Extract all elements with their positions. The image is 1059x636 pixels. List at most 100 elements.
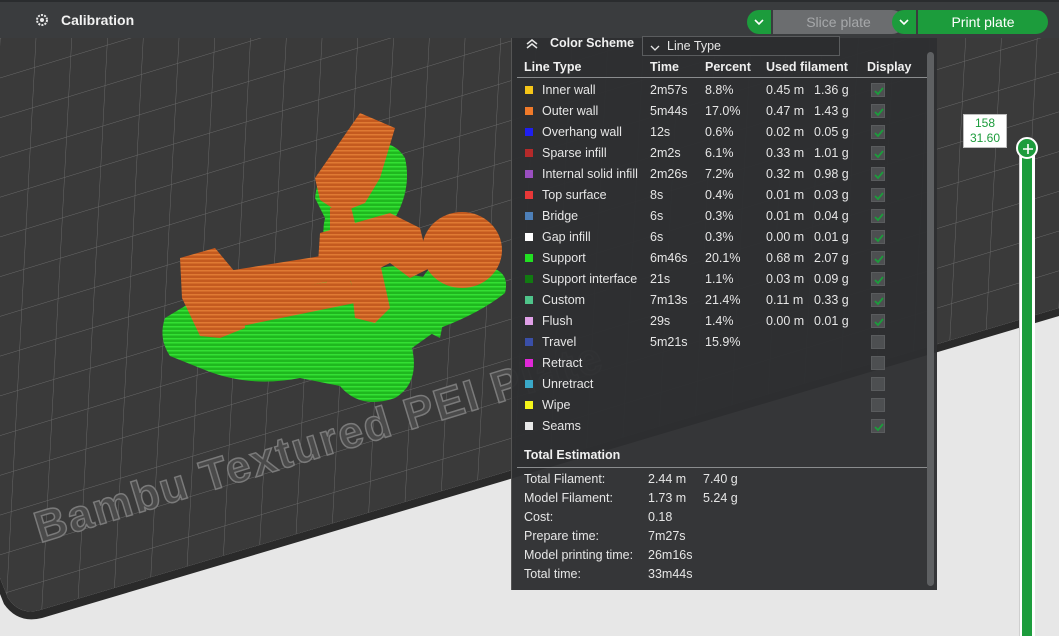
display-checkbox[interactable]	[871, 335, 885, 349]
checkmark-icon	[874, 171, 884, 180]
display-checkbox[interactable]	[871, 419, 885, 433]
line-type-weight: 2.07 g	[814, 251, 849, 265]
line-type-time: 12s	[650, 125, 671, 139]
line-type-percent: 8.8%	[705, 83, 734, 97]
total-estimation-title: Total Estimation	[524, 448, 621, 462]
chevron-down-icon	[754, 19, 764, 26]
total-value: 0.18	[648, 510, 673, 524]
total-value: 2.44 m	[648, 472, 687, 486]
layer-slider-fill	[1022, 147, 1032, 636]
color-swatch	[525, 233, 533, 241]
line-type-weight: 0.04 g	[814, 209, 849, 223]
display-checkbox[interactable]	[871, 293, 885, 307]
line-type-name: Top surface	[542, 188, 607, 202]
color-swatch	[525, 359, 533, 367]
layer-slider-handle[interactable]	[1016, 137, 1038, 159]
slice-plate-button[interactable]: Slice plate	[773, 10, 904, 34]
line-type-time: 8s	[650, 188, 664, 202]
line-type-time: 2m26s	[650, 167, 688, 181]
display-checkbox[interactable]	[871, 209, 885, 223]
color-swatch	[525, 338, 533, 346]
total-label: Model Filament:	[524, 491, 613, 505]
line-type-weight: 1.36 g	[814, 83, 849, 97]
line-type-time: 5m21s	[650, 335, 688, 349]
checkmark-icon	[874, 192, 884, 201]
color-scheme-select[interactable]: Line Type	[642, 36, 840, 56]
plus-icon	[1023, 144, 1033, 154]
line-type-name: Flush	[542, 314, 573, 328]
checkmark-icon	[874, 150, 884, 159]
line-type-name: Support interface	[542, 272, 638, 286]
calibration-gear-icon[interactable]	[35, 13, 49, 27]
display-checkbox[interactable]	[871, 251, 885, 265]
line-type-time: 29s	[650, 314, 671, 328]
line-type-time: 7m13s	[650, 293, 688, 307]
line-type-name: Wipe	[542, 398, 571, 412]
line-type-percent: 6.1%	[705, 146, 734, 160]
line-type-percent: 0.3%	[705, 209, 734, 223]
display-checkbox[interactable]	[871, 125, 885, 139]
line-type-percent: 1.1%	[705, 272, 734, 286]
checkmark-icon	[874, 276, 884, 285]
legend-scrollbar[interactable]	[927, 52, 934, 586]
display-checkbox[interactable]	[871, 104, 885, 118]
total-row: Total Filament: 2.44 m 7.40 g	[512, 472, 932, 491]
line-type-length: 0.00 m	[766, 314, 805, 328]
header-time: Time	[650, 60, 679, 74]
display-checkbox[interactable]	[871, 398, 885, 412]
legend-row: Travel 5m21s 15.9%	[512, 332, 932, 353]
display-checkbox[interactable]	[871, 146, 885, 160]
total-row: Total time: 33m44s	[512, 567, 932, 586]
display-checkbox[interactable]	[871, 272, 885, 286]
display-checkbox[interactable]	[871, 377, 885, 391]
legend-row: Flush 29s 1.4% 0.00 m 0.01 g	[512, 311, 932, 332]
print-plate-button[interactable]: Print plate	[918, 10, 1048, 34]
color-swatch	[525, 401, 533, 409]
color-scheme-label: Color Scheme	[550, 36, 635, 50]
collapse-icon[interactable]	[525, 38, 539, 50]
display-checkbox[interactable]	[871, 230, 885, 244]
legend-row: Inner wall 2m57s 8.8% 0.45 m 1.36 g	[512, 80, 932, 101]
legend-row: Sparse infill 2m2s 6.1% 0.33 m 1.01 g	[512, 143, 932, 164]
line-type-weight: 0.01 g	[814, 230, 849, 244]
print-dropdown-button[interactable]	[892, 10, 916, 34]
display-checkbox[interactable]	[871, 188, 885, 202]
checkmark-icon	[874, 255, 884, 264]
slice-dropdown-button[interactable]	[747, 10, 771, 34]
line-type-name: Retract	[542, 356, 583, 370]
display-checkbox[interactable]	[871, 314, 885, 328]
legend-row: Top surface 8s 0.4% 0.01 m 0.03 g	[512, 185, 932, 206]
chevron-down-icon	[650, 40, 660, 51]
line-type-time: 21s	[650, 272, 671, 286]
display-checkbox[interactable]	[871, 167, 885, 181]
line-type-percent: 7.2%	[705, 167, 734, 181]
tab-title[interactable]: Calibration	[61, 12, 134, 28]
total-value-secondary: 5.24 g	[703, 491, 738, 505]
checkmark-icon	[874, 87, 884, 96]
line-type-length: 0.01 m	[766, 209, 805, 223]
legend-row: Support interface 21s 1.1% 0.03 m 0.09 g	[512, 269, 932, 290]
line-type-weight: 0.05 g	[814, 125, 849, 139]
total-row: Prepare time: 7m27s	[512, 529, 932, 548]
line-type-percent: 0.4%	[705, 188, 734, 202]
print-plate-group: Print plate	[892, 10, 1048, 34]
total-label: Total Filament:	[524, 472, 606, 486]
display-checkbox[interactable]	[871, 356, 885, 370]
display-checkbox[interactable]	[871, 83, 885, 97]
legend-row: Support 6m46s 20.1% 0.68 m 2.07 g	[512, 248, 932, 269]
line-type-length: 0.47 m	[766, 104, 805, 118]
line-type-weight: 0.09 g	[814, 272, 849, 286]
header-used-filament: Used filament	[766, 60, 848, 74]
line-type-weight: 1.01 g	[814, 146, 849, 160]
checkmark-icon	[874, 129, 884, 138]
line-type-length: 0.68 m	[766, 251, 805, 265]
line-type-name: Sparse infill	[542, 146, 607, 160]
color-swatch	[525, 422, 533, 430]
legend-row: Outer wall 5m44s 17.0% 0.47 m 1.43 g	[512, 101, 932, 122]
line-type-name: Overhang wall	[542, 125, 622, 139]
line-type-length: 0.33 m	[766, 146, 805, 160]
total-divider	[517, 467, 927, 468]
line-type-percent: 17.0%	[705, 104, 741, 118]
line-type-name: Seams	[542, 419, 581, 433]
color-scheme-value: Line Type	[667, 39, 721, 53]
